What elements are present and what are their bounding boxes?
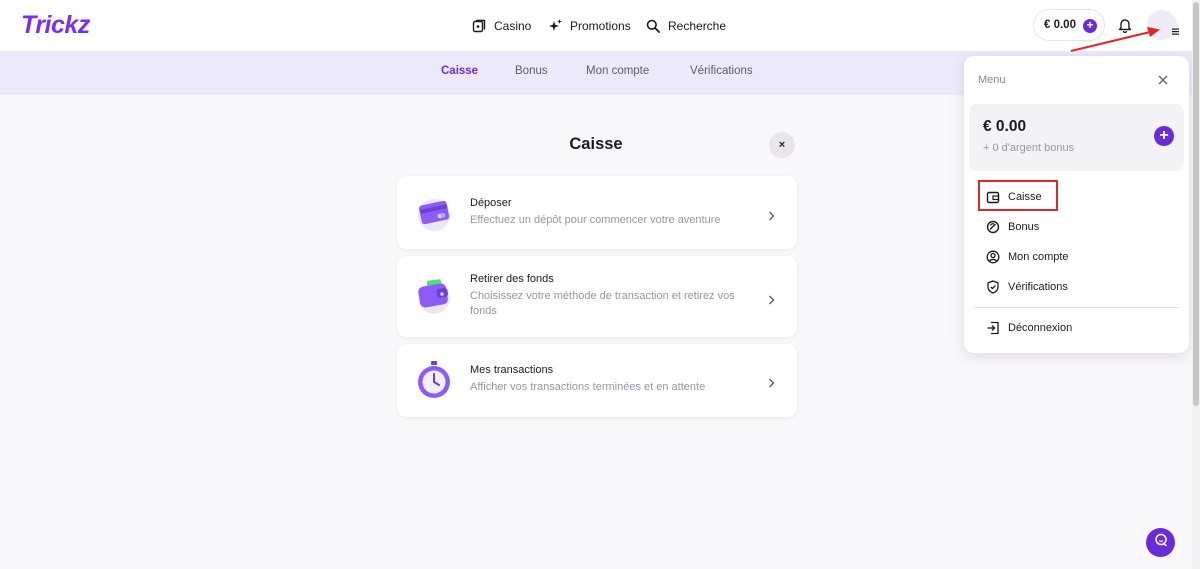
wallet-icon: [415, 277, 453, 315]
card-title: Mes transactions: [470, 364, 554, 376]
close-icon[interactable]: [1157, 73, 1169, 85]
annotation-highlight-box: [978, 180, 1058, 211]
chevron-right-icon: [768, 292, 775, 305]
menu-item-label: Vérifications: [1008, 281, 1068, 293]
sparkle-icon: [547, 18, 563, 34]
menu-bonus-balance: + 0 d'argent bonus: [983, 142, 1075, 154]
menu-item-label: Déconnexion: [1008, 322, 1073, 334]
tab-verifications[interactable]: Vérifications: [690, 65, 753, 77]
card-description: Effectuez un dépôt pour commencer votre …: [470, 214, 721, 226]
tab-caisse[interactable]: Caisse: [441, 65, 478, 77]
casino-icon: [471, 18, 487, 34]
card-description: Afficher vos transactions terminées et e…: [470, 381, 706, 393]
tab-mon-compte[interactable]: Mon compte: [586, 65, 649, 77]
menu-add-funds-button[interactable]: +: [1154, 126, 1174, 146]
transactions-card[interactable]: Mes transactions Afficher vos transactio…: [397, 344, 797, 417]
tab-bonus[interactable]: Bonus: [515, 65, 548, 77]
deposit-card[interactable]: Déposer Effectuez un dépôt pour commence…: [397, 176, 797, 249]
add-funds-button[interactable]: +: [1083, 19, 1097, 33]
chevron-right-icon: [768, 375, 775, 388]
menu-balance: € 0.00: [983, 118, 1027, 135]
nav-search-label: Recherche: [668, 18, 727, 33]
menu-item-label: Bonus: [1008, 221, 1040, 233]
card-title: Retirer des fonds: [470, 273, 554, 285]
user-icon: [986, 250, 1000, 264]
brand-logo[interactable]: Trickz: [21, 11, 90, 40]
card-title: Déposer: [470, 197, 512, 209]
menu-item-bonus[interactable]: Bonus: [986, 219, 1039, 235]
card-icon: [415, 194, 453, 232]
chat-button[interactable]: [1146, 528, 1175, 557]
nav-casino-label: Casino: [494, 18, 532, 33]
menu-label: Menu: [978, 74, 1006, 86]
bell-icon[interactable]: [1118, 17, 1132, 34]
hamburger-icon[interactable]: [1172, 22, 1179, 35]
chat-icon: [1154, 533, 1168, 552]
menu-item-verifications[interactable]: Vérifications: [986, 279, 1068, 295]
nav-promotions-label: Promotions: [570, 18, 631, 33]
menu-wallet-summary: € 0.00 + 0 d'argent bonus +: [969, 104, 1184, 171]
top-bar: Trickz Casino Promotions Recherche € 0.0…: [0, 0, 1200, 51]
menu-item-logout[interactable]: Déconnexion: [986, 320, 1072, 336]
nav-promotions[interactable]: Promotions: [547, 0, 631, 51]
shield-icon: [986, 280, 1000, 294]
menu-item-label: Mon compte: [1008, 251, 1069, 263]
logout-icon: [986, 321, 1000, 335]
page-scrollbar[interactable]: [1192, 0, 1200, 569]
nav-casino[interactable]: Casino: [471, 0, 531, 51]
nav-search[interactable]: Recherche: [645, 0, 726, 51]
chevron-right-icon: [768, 208, 775, 221]
stopwatch-icon: [415, 360, 453, 398]
balance-value: € 0.00: [1044, 19, 1076, 31]
scrollbar-thumb[interactable]: [1193, 2, 1199, 406]
menu-item-mon-compte[interactable]: Mon compte: [986, 249, 1069, 265]
search-icon: [645, 18, 661, 34]
card-description: Choisissez votre méthode de transaction …: [470, 290, 735, 317]
close-button[interactable]: ×: [769, 132, 795, 158]
menu-divider: [974, 307, 1179, 308]
close-icon: ×: [778, 139, 786, 151]
balance-pill[interactable]: € 0.00 +: [1033, 9, 1105, 41]
withdraw-card[interactable]: Retirer des fonds Choisissez votre métho…: [397, 256, 797, 337]
bonus-icon: [986, 220, 1000, 234]
